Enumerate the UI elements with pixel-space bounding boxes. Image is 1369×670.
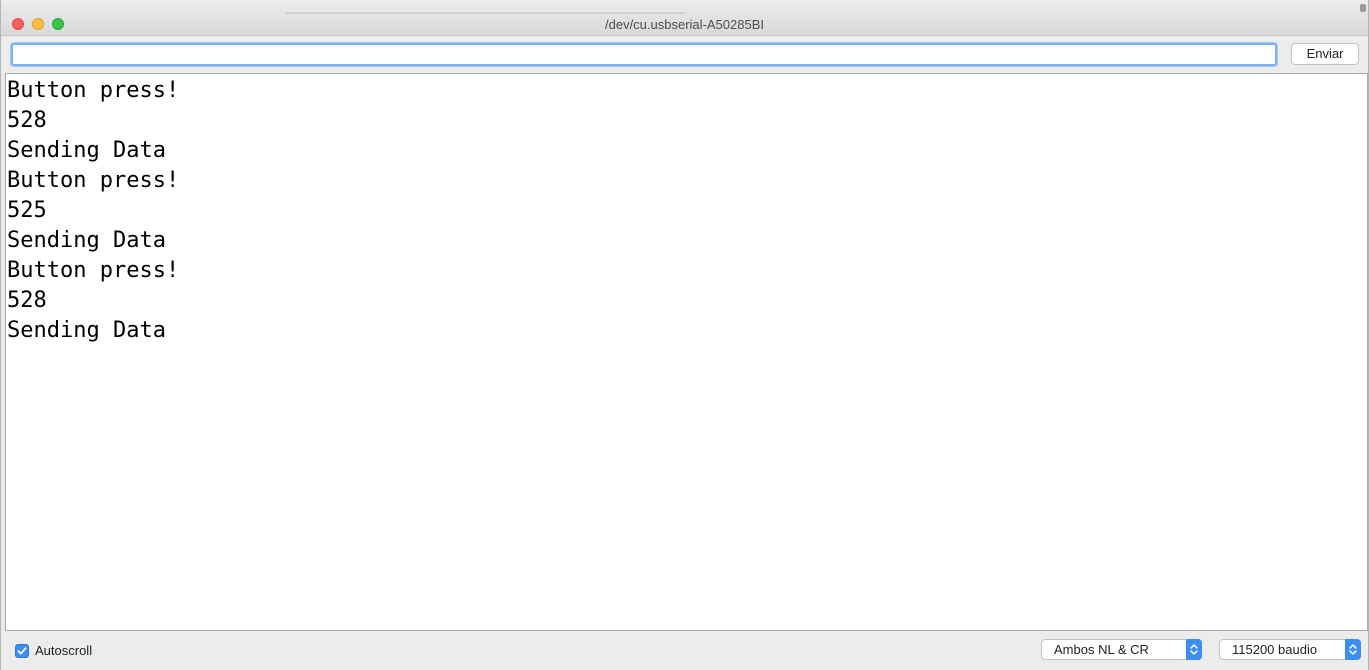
status-bar: Autoscroll Ambos NL & CR 115200 baudio (1, 631, 1368, 670)
output-line: Sending Data (7, 138, 166, 163)
autoscroll-label: Autoscroll (35, 643, 93, 658)
line-ending-select[interactable]: Ambos NL & CR (1041, 639, 1202, 660)
output-line: Sending Data (7, 318, 166, 343)
title-bar-divider (285, 12, 685, 14)
up-down-chevron-icon (1345, 639, 1361, 660)
autoscroll-toggle[interactable]: Autoscroll (15, 643, 92, 659)
output-line: Button press! (7, 168, 180, 193)
up-down-chevron-icon (1186, 639, 1202, 660)
output-line: 525 (7, 198, 47, 223)
line-ending-value: Ambos NL & CR (1054, 642, 1149, 657)
window-title: /dev/cu.usbserial-A50285BI (605, 17, 764, 32)
send-toolbar: Enviar (1, 36, 1368, 73)
output-line: 528 (7, 288, 47, 313)
title-bar[interactable]: /dev/cu.usbserial-A50285BI (1, 0, 1368, 36)
serial-monitor-window: /dev/cu.usbserial-A50285BI Enviar Button… (0, 0, 1369, 670)
baud-rate-select[interactable]: 115200 baudio (1219, 639, 1361, 660)
output-line: Button press! (7, 258, 180, 283)
baud-rate-value: 115200 baudio (1232, 642, 1318, 657)
window-edge-handle (1360, 4, 1366, 12)
output-line: Button press! (7, 78, 180, 103)
autoscroll-checkbox[interactable] (15, 644, 29, 658)
serial-output-area[interactable]: Button press! 528 Sending Data Button pr… (5, 73, 1368, 631)
output-line: Sending Data (7, 228, 166, 253)
send-button[interactable]: Enviar (1291, 43, 1359, 65)
send-input[interactable] (11, 43, 1277, 66)
checkmark-icon (17, 647, 27, 655)
output-line: 528 (7, 108, 47, 133)
